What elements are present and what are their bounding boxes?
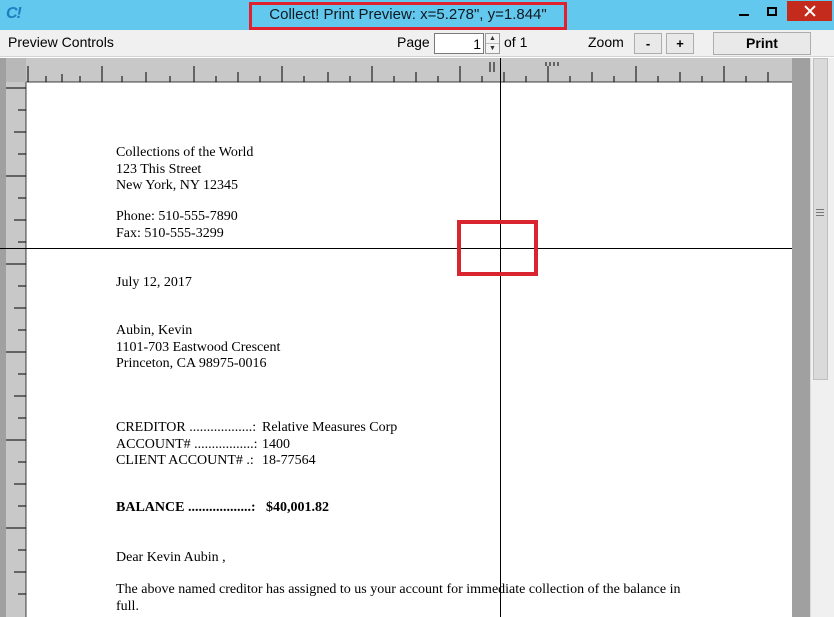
spin-up-icon[interactable]: ▲ [486,34,499,44]
balance-row: BALANCE ..................: $40,001.82 [116,500,329,517]
client-account-value: 18-77564 [262,453,316,468]
sender-city: New York, NY 12345 [116,178,238,193]
scroll-grip-icon [816,209,824,216]
preview-toolbar: Preview Controls Page ▲ ▼ of 1 Zoom - + … [0,30,834,57]
maximize-button[interactable] [759,1,785,21]
preview-controls-label: Preview Controls [8,34,114,50]
creditor-row: CREDITOR ..................: Relative Me… [116,420,397,437]
vertical-ruler-ticks [6,87,26,595]
sender-contact: Phone: 510-555-7890 Fax: 510-555-3299 [116,209,238,242]
close-icon [804,5,816,17]
account-value: 1400 [262,436,290,452]
creditor-label: CREDITOR ..................: [116,420,257,435]
letter-date: July 12, 2017 [116,275,192,290]
account-row: ACCOUNT# .................: 1400 [116,437,397,454]
ruler-corner [6,58,26,82]
body-line-2: full. [116,598,139,614]
crosshair-vertical-line [500,58,501,617]
account-fields: CREDITOR ..................: Relative Me… [116,420,397,470]
client-account-row: CLIENT ACCOUNT# .: 18-77564 [116,453,397,470]
spin-down-icon[interactable]: ▼ [486,44,499,54]
app-logo-icon: C! [6,5,22,22]
recipient-street: 1101-703 Eastwood Crescent [116,339,281,355]
crosshair-horizontal-line [0,248,792,249]
sender-address: Collections of the World 123 This Street… [116,145,253,195]
page-count-label: of 1 [504,34,528,50]
minimize-button[interactable] [731,1,757,21]
sender-phone: Phone: 510-555-7890 [116,209,238,224]
horizontal-ruler [6,58,792,82]
account-label: ACCOUNT# .................: [116,436,258,452]
crosshair-highlight-box [457,220,538,276]
zoom-in-button[interactable]: + [666,33,694,54]
balance-value: $40,001.82 [266,500,329,515]
body-line-1: The above named creditor has assigned to… [116,582,681,597]
close-button[interactable] [787,1,832,21]
zoom-label: Zoom [588,34,624,50]
sender-name: Collections of the World [116,145,254,160]
vertical-ruler [6,82,26,617]
balance-label: BALANCE ..................: [116,500,256,515]
greeting: Dear Kevin Aubin , [116,550,226,565]
sender-fax: Fax: 510-555-3299 [116,225,224,241]
page-spinner[interactable]: ▲ ▼ [485,33,500,54]
sender-street: 123 This Street [116,161,202,177]
recipient-name: Aubin, Kevin [116,323,193,338]
maximize-icon [767,6,777,16]
scrollbar-thumb[interactable] [813,58,828,380]
recipient-address: Aubin, Kevin 1101-703 Eastwood Crescent … [116,323,280,373]
minimize-icon [739,14,749,16]
horizontal-ruler-ticks [27,62,769,82]
creditor-value: Relative Measures Corp [262,420,398,435]
client-account-label: CLIENT ACCOUNT# .: [116,453,254,468]
title-highlight-box [249,2,567,30]
print-button[interactable]: Print [713,32,811,55]
page-label: Page [397,34,430,50]
letter-body: The above named creditor has assigned to… [116,582,680,615]
zoom-out-button[interactable]: - [634,33,662,54]
page-number-input[interactable] [434,33,484,54]
recipient-city: Princeton, CA 98975-0016 [116,356,267,371]
